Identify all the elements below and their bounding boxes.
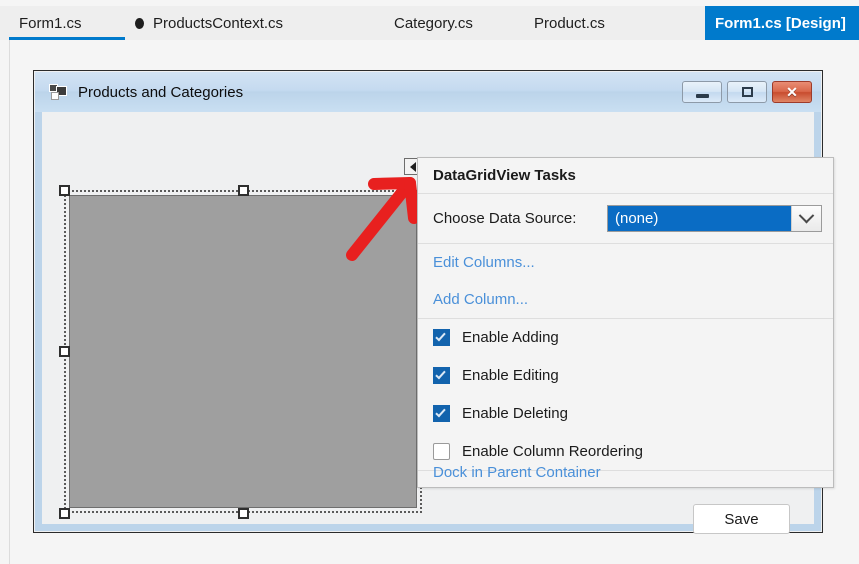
choose-data-source-label: Choose Data Source: (433, 210, 576, 227)
left-triangle-icon (410, 162, 416, 172)
tasks-panel-header: DataGridView Tasks (418, 158, 833, 194)
winform-title: Products and Categories (78, 84, 243, 101)
tab-label: Category.cs (394, 15, 473, 32)
maximize-icon (742, 87, 753, 97)
dock-in-parent-container-row[interactable]: Dock in Parent Container (418, 454, 833, 490)
save-button[interactable]: Save (693, 504, 790, 534)
tab-label: Form1.cs [Design] (715, 15, 846, 32)
tab-label: Product.cs (534, 15, 605, 32)
enable-adding-row[interactable]: Enable Adding (418, 318, 833, 356)
minimize-icon (696, 94, 709, 98)
enable-deleting-checkbox[interactable] (433, 405, 450, 422)
dropdown-arrow-button[interactable] (791, 206, 821, 231)
minimize-button[interactable] (682, 81, 722, 103)
designer-canvas[interactable]: Products and Categories ✕ (0, 40, 859, 564)
tab-form1-cs-design[interactable]: Form1.cs [Design] (705, 6, 859, 40)
winform-title-bar[interactable]: Products and Categories ✕ (35, 72, 821, 112)
resize-handle-bottom-center[interactable] (238, 508, 249, 519)
enable-editing-row[interactable]: Enable Editing (418, 356, 833, 394)
resize-handle-top-left[interactable] (59, 185, 70, 196)
edit-columns-link[interactable]: Edit Columns... (433, 254, 535, 271)
maximize-button[interactable] (727, 81, 767, 103)
add-column-row[interactable]: Add Column... (418, 281, 833, 318)
enable-editing-checkbox[interactable] (433, 367, 450, 384)
resize-handle-top-center[interactable] (238, 185, 249, 196)
tab-label: Form1.cs (19, 15, 82, 32)
dock-in-parent-container-link[interactable]: Dock in Parent Container (433, 464, 601, 481)
tasks-panel-title: DataGridView Tasks (433, 167, 576, 184)
unsaved-changes-dot-icon (135, 18, 144, 29)
tab-category-cs[interactable]: Category.cs (384, 6, 509, 40)
enable-deleting-label: Enable Deleting (462, 405, 568, 422)
resize-handle-middle-left[interactable] (59, 346, 70, 357)
window-form-icon (49, 84, 67, 100)
data-source-value: (none) (608, 206, 791, 231)
tab-productscontext-cs[interactable]: ProductsContext.cs (125, 6, 341, 40)
resize-handle-bottom-left[interactable] (59, 508, 70, 519)
save-button-label: Save (724, 511, 758, 528)
edit-columns-row[interactable]: Edit Columns... (418, 244, 833, 281)
data-source-dropdown[interactable]: (none) (607, 205, 822, 232)
editor-tab-strip: Form1.cs ProductsContext.cs Category.cs … (0, 0, 859, 40)
designer-left-rule (9, 40, 10, 564)
close-button[interactable]: ✕ (772, 81, 812, 103)
close-icon: ✕ (786, 85, 798, 99)
enable-adding-checkbox[interactable] (433, 329, 450, 346)
enable-editing-label: Enable Editing (462, 367, 559, 384)
window-controls: ✕ (682, 81, 812, 103)
add-column-link[interactable]: Add Column... (433, 291, 528, 308)
choose-data-source-row: Choose Data Source: (none) (418, 194, 833, 243)
chevron-down-icon (799, 208, 815, 224)
enable-deleting-row[interactable]: Enable Deleting (418, 394, 833, 432)
datagridview-tasks-panel[interactable]: DataGridView Tasks Choose Data Source: (… (417, 157, 834, 488)
tab-label: ProductsContext.cs (153, 15, 283, 32)
tab-form1-cs[interactable]: Form1.cs (9, 6, 125, 40)
enable-adding-label: Enable Adding (462, 329, 559, 346)
datagridview-control[interactable] (69, 195, 417, 508)
tab-product-cs[interactable]: Product.cs (524, 6, 638, 40)
